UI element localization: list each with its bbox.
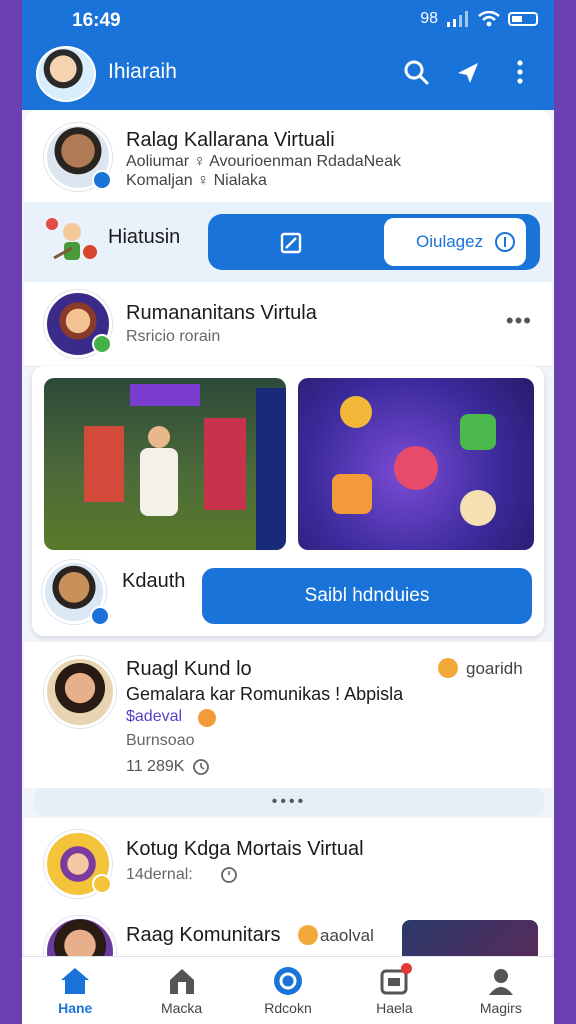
game-icon — [460, 414, 496, 450]
community2-avatar — [44, 916, 116, 956]
emoji-icon — [438, 658, 458, 678]
community-name: Rumananitans Virtula — [126, 302, 317, 324]
arcade-sign — [130, 384, 200, 406]
post-author-name: Kdauth — [122, 570, 186, 592]
person-body — [140, 448, 178, 516]
app-header: 16:49 98 Ihiaraih — [22, 0, 554, 110]
user-post-line3: Burnsoao — [126, 732, 195, 749]
clock-icon — [221, 867, 237, 883]
community2-tag: aaolval — [320, 926, 374, 945]
game-icon — [340, 396, 372, 428]
community-card-2[interactable]: Raag Komunitars aaolval — [24, 910, 552, 956]
more-vertical-icon[interactable] — [506, 58, 534, 86]
arcade-machine — [84, 426, 124, 502]
community-card[interactable]: Rumananitans Virtula Rsricio rorain ••• — [24, 282, 552, 367]
flight-icon[interactable] — [454, 58, 482, 86]
more-options-button[interactable]: ••• — [506, 308, 532, 334]
header-actions — [402, 58, 534, 86]
games-illustration[interactable] — [298, 378, 534, 550]
secondary-option[interactable]: Oiulagez — [384, 218, 526, 266]
bottom-nav: Hane Macka Rdcokn Haela Magirs — [22, 956, 554, 1024]
action-label: Hiatusin — [108, 226, 181, 248]
verified-badge-icon — [92, 170, 112, 190]
app-title: Ihiaraih — [108, 60, 177, 83]
nav-label: Macka — [160, 1000, 203, 1016]
user-post-line1: Gemalara kar Romunikas ! Abpisla — [126, 684, 404, 704]
arcade-photo[interactable] — [44, 378, 286, 550]
phone-screen: 16:49 98 Ihiaraih Ralag Kallarana Virtua… — [22, 0, 554, 1024]
user-post-link[interactable]: $adeval — [126, 708, 182, 726]
clock-icon — [193, 759, 209, 775]
edit-toggle[interactable]: Oiulagez — [208, 214, 540, 270]
game-icon — [332, 474, 372, 514]
info-icon — [495, 232, 515, 252]
community2-name: Raag Komunitars — [126, 924, 281, 946]
virtual-name: Kotug Kdga Mortais Virtual — [126, 838, 364, 860]
user-post-time: 11 289K — [126, 758, 185, 775]
nav-discover[interactable]: Rdcokn — [235, 957, 341, 1024]
star-badge-icon — [92, 874, 112, 894]
signal-text: 98 — [420, 10, 438, 27]
wifi-icon — [478, 11, 500, 27]
community-meta: Rsricio rorain — [126, 328, 221, 345]
discover-icon — [272, 966, 304, 996]
nav-label: Haela — [376, 1000, 413, 1016]
person-head — [148, 426, 170, 448]
arcade-machine — [204, 418, 246, 510]
user-avatar — [44, 656, 116, 728]
nav-label: Magirs — [479, 1000, 522, 1016]
carousel-pager[interactable]: •••• — [34, 788, 544, 816]
verified-badge-icon — [90, 606, 110, 626]
arcade-screen — [256, 388, 286, 550]
status-icons: 98 — [420, 10, 538, 28]
contact-card[interactable]: Ralag Kallarana Virtuali Aoliumar ♀ Avou… — [24, 110, 552, 203]
contact-line1: Aoliumar ♀ Avourioenman RdadaNeak — [126, 153, 401, 170]
nav-label: Rdcokn — [264, 1000, 312, 1016]
post-card: Kdauth Saibl hdnduies — [32, 366, 544, 636]
status-time: 16:49 — [72, 10, 121, 31]
game-icon — [394, 446, 438, 490]
virtual-meta: 14dernal: — [126, 866, 193, 883]
nav-inbox[interactable]: Haela — [341, 957, 447, 1024]
nav-label: Hane — [58, 1000, 93, 1016]
edit-icon — [280, 232, 302, 254]
home-icon — [59, 966, 91, 996]
nav-home[interactable]: Hane — [22, 957, 128, 1024]
user-post-card[interactable]: Ruagl Kund lo goaridh Gemalara kar Romun… — [24, 642, 552, 788]
user-tag: goaridh — [466, 659, 523, 678]
inbox-icon — [378, 963, 413, 996]
user-name: Ruagl Kund lo — [126, 658, 252, 680]
profile-icon — [485, 966, 517, 996]
character-icon — [46, 218, 97, 260]
profile-avatar[interactable] — [36, 46, 96, 102]
signal-icon — [447, 11, 468, 27]
pager-dots: •••• — [271, 793, 307, 810]
secondary-option-label: Oiulagez — [416, 232, 484, 251]
music-icon — [460, 490, 496, 526]
contact-line2: Komaljan ♀ Nialaka — [126, 172, 267, 189]
emoji-icon — [198, 709, 216, 727]
battery-icon — [508, 12, 538, 26]
online-badge-icon — [92, 334, 112, 354]
community2-thumbnail[interactable] — [402, 920, 538, 956]
post-action-label: Saibl hdnduies — [304, 585, 430, 606]
nav-profile[interactable]: Magirs — [448, 957, 554, 1024]
nav-market[interactable]: Macka — [128, 957, 234, 1024]
feed: Ralag Kallarana Virtuali Aoliumar ♀ Avou… — [22, 110, 554, 956]
market-icon — [166, 966, 198, 996]
search-icon[interactable] — [402, 58, 430, 86]
emoji-icon — [298, 925, 318, 945]
status-bar: 16:49 98 — [22, 8, 554, 34]
notification-dot — [401, 963, 413, 974]
virtual-card[interactable]: Kotug Kdga Mortais Virtual 14dernal: — [24, 818, 552, 911]
post-action-button[interactable]: Saibl hdnduies — [202, 568, 532, 624]
action-strip: Hiatusin Oiulagez — [24, 202, 552, 282]
contact-name: Ralag Kallarana Virtuali — [126, 129, 335, 151]
